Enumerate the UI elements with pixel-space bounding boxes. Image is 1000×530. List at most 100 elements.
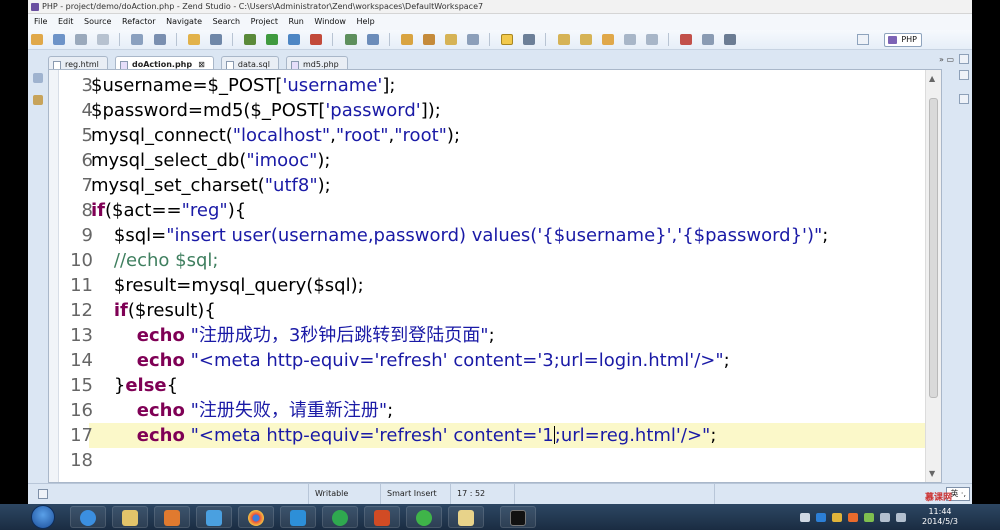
window-icon[interactable] <box>702 34 715 45</box>
code-token: ); <box>446 125 461 146</box>
toolbar-separator <box>119 33 121 46</box>
right-trim-bar <box>956 50 972 483</box>
print-icon[interactable] <box>97 34 110 45</box>
taskbar-app9[interactable] <box>406 506 442 528</box>
taskbar-clock[interactable]: 11:44 2014/5/3 <box>920 507 960 527</box>
last-edit-icon[interactable] <box>601 34 614 45</box>
code-line[interactable]: $username=$_POST['username']; <box>91 73 395 98</box>
tabs-overflow-controls[interactable]: » ▭ <box>939 55 954 64</box>
debug-icon[interactable] <box>244 34 257 45</box>
string-token: "<meta http-equiv='refresh' content='3;u… <box>190 350 724 371</box>
build-icon[interactable] <box>153 34 166 45</box>
menu-edit[interactable]: Edit <box>54 14 78 29</box>
next-annotation-icon[interactable] <box>557 34 570 45</box>
outline-icon[interactable] <box>33 73 43 83</box>
code-line[interactable]: mysql_select_db("imooc"); <box>91 148 330 173</box>
scroll-thumb[interactable] <box>929 98 938 398</box>
menu-window[interactable]: Window <box>310 14 350 29</box>
code-line[interactable]: }else{ <box>91 373 178 398</box>
php-explorer-icon[interactable] <box>33 95 43 105</box>
tray-icon[interactable] <box>816 513 826 522</box>
string-token: ;url=reg.html'/>" <box>554 425 711 446</box>
tray-icon[interactable] <box>800 513 810 522</box>
previous-annotation-icon[interactable] <box>579 34 592 45</box>
menu-project[interactable]: Project <box>247 14 282 29</box>
toggle-icon[interactable] <box>724 34 737 45</box>
taskbar-powerpoint[interactable] <box>364 506 400 528</box>
save-icon[interactable] <box>53 34 66 45</box>
open-perspective-icon[interactable] <box>857 34 869 45</box>
php-perspective-button[interactable]: PHP <box>884 33 922 47</box>
tray-icon[interactable] <box>848 513 858 522</box>
pencil-icon[interactable] <box>444 34 457 45</box>
menu-help[interactable]: Help <box>353 14 379 29</box>
status-cursor-position: 17 : 52 <box>450 484 514 504</box>
code-line[interactable]: //echo $sql; <box>91 248 219 273</box>
taskbar-ie[interactable] <box>70 506 106 528</box>
browser-icon[interactable] <box>523 34 536 45</box>
tray-icon[interactable] <box>864 513 874 522</box>
code-line[interactable]: $password=md5($_POST['password']); <box>91 98 441 123</box>
tray-icon[interactable] <box>832 513 842 522</box>
menu-search[interactable]: Search <box>209 14 244 29</box>
view-icon[interactable] <box>959 94 969 104</box>
code-line[interactable]: if($result){ <box>91 298 216 323</box>
menu-bar: File Edit Source Refactor Navigate Searc… <box>28 14 972 30</box>
run-icon[interactable] <box>266 34 279 45</box>
scroll-up-icon[interactable]: ▲ <box>929 74 935 83</box>
maximize-icon[interactable] <box>959 70 969 80</box>
task-icon[interactable] <box>467 34 480 45</box>
open-type-icon[interactable] <box>187 34 200 45</box>
code-line[interactable]: mysql_set_charset("utf8"); <box>91 173 331 198</box>
code-line[interactable]: if($act=="reg"){ <box>91 198 246 223</box>
vertical-scrollbar[interactable]: ▲ ▼ <box>925 70 941 482</box>
volume-icon[interactable] <box>896 513 906 522</box>
taskbar-cmd[interactable] <box>500 506 536 528</box>
main-toolbar: PHP <box>28 30 972 50</box>
save-all-icon[interactable] <box>75 34 88 45</box>
new-class-icon[interactable] <box>366 34 379 45</box>
code-line[interactable]: echo "注册成功，3秒钟后跳转到登陆页面"; <box>91 323 495 348</box>
forward-icon[interactable] <box>645 34 658 45</box>
status-writable: Writable <box>308 484 380 504</box>
open-folder-icon[interactable] <box>400 34 413 45</box>
code-line[interactable]: mysql_connect("localhost","root","root")… <box>91 123 460 148</box>
taskbar-chrome[interactable] <box>238 506 274 528</box>
code-line[interactable]: $sql="insert user(username,password) val… <box>91 223 829 248</box>
code-line[interactable]: echo "注册失败，请重新注册"; <box>91 398 393 423</box>
search-icon[interactable] <box>209 34 222 45</box>
code-editor[interactable]: 3 4 5 6 7 8 9 10 11 12 13 14 15 16 17 18 $username=$_PO… <box>48 69 942 483</box>
new-icon[interactable] <box>31 34 43 45</box>
code-line[interactable]: echo "<meta http-equiv='refresh' content… <box>91 348 730 373</box>
taskbar-app4[interactable] <box>196 506 232 528</box>
minimize-icon[interactable] <box>959 54 969 64</box>
code-line[interactable]: echo "<meta http-equiv='refresh' content… <box>91 423 717 448</box>
new-project-icon[interactable] <box>344 34 357 45</box>
close-tab-icon[interactable]: ⊠ <box>198 60 205 69</box>
code-area[interactable]: $username=$_POST['username']; $password=m… <box>89 70 925 482</box>
start-button[interactable] <box>31 505 55 529</box>
menu-source[interactable]: Source <box>80 14 115 29</box>
highlight-icon[interactable] <box>501 34 514 45</box>
external-tools-icon[interactable] <box>310 34 323 45</box>
pin-icon[interactable] <box>680 34 693 45</box>
edit-icon[interactable] <box>131 34 144 45</box>
taskbar-explorer[interactable] <box>112 506 148 528</box>
menu-file[interactable]: File <box>30 14 51 29</box>
taskbar-app10[interactable] <box>448 506 484 528</box>
taskbar-media[interactable] <box>154 506 190 528</box>
taskbar-app6[interactable] <box>280 506 316 528</box>
menu-refactor[interactable]: Refactor <box>118 14 160 29</box>
fast-view-icon[interactable] <box>38 489 48 499</box>
profile-icon[interactable] <box>288 34 301 45</box>
code-line[interactable]: $result=mysql_query($sql); <box>91 273 364 298</box>
menu-navigate[interactable]: Navigate <box>162 14 206 29</box>
taskbar-app7[interactable] <box>322 506 358 528</box>
package-icon[interactable] <box>422 34 435 45</box>
menu-run[interactable]: Run <box>285 14 308 29</box>
back-icon[interactable] <box>623 34 636 45</box>
network-icon[interactable] <box>880 513 890 522</box>
scroll-down-icon[interactable]: ▼ <box>929 469 935 478</box>
